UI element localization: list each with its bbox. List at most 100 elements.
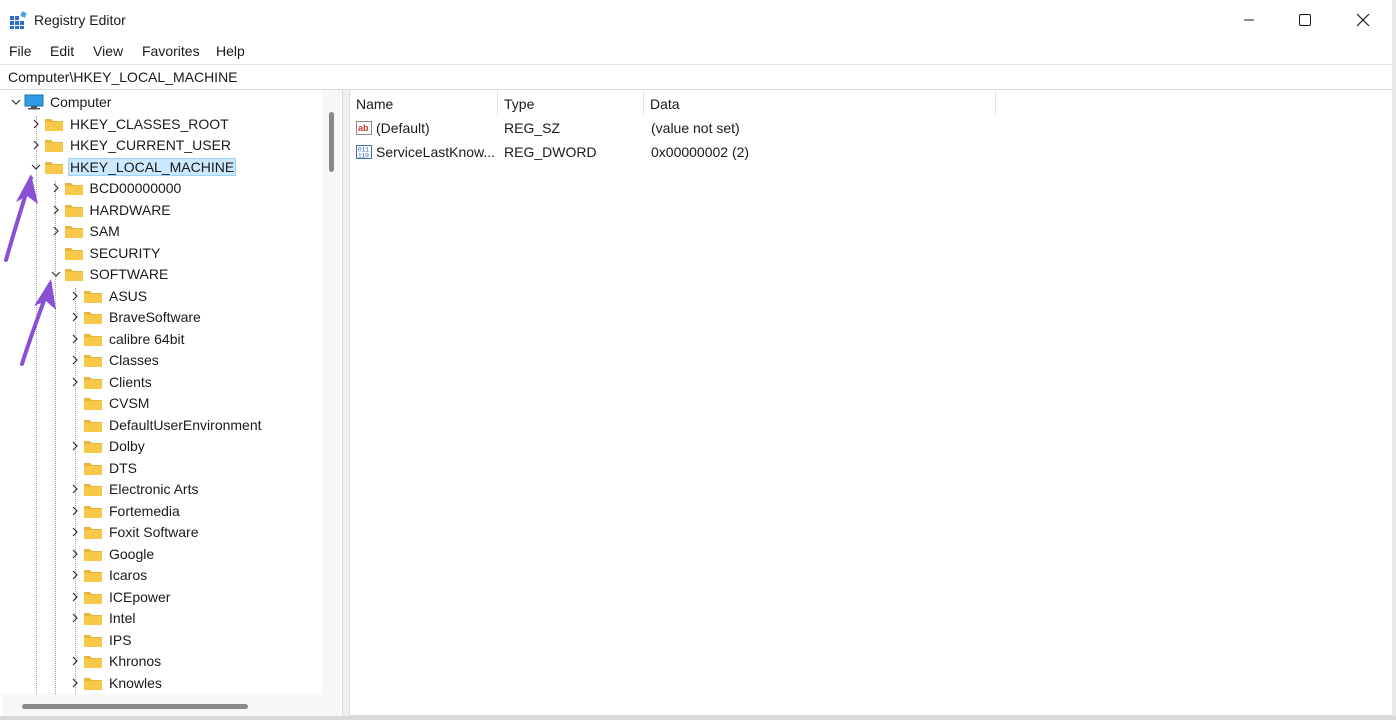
address-bar[interactable]: Computer\HKEY_LOCAL_MACHINE: [0, 64, 1392, 90]
chevron-right-icon[interactable]: [67, 589, 83, 605]
value-type: REG_SZ: [504, 120, 561, 136]
tree-node-calibre-64bit[interactable]: calibre 64bit: [67, 329, 187, 349]
key-tree-pane[interactable]: Computer HKEY_CLASSES_ROOT HKEY_CURRENT_U…: [2, 90, 342, 716]
tree-label: Computer: [50, 94, 112, 110]
chevron-right-icon[interactable]: [67, 374, 83, 390]
value-row[interactable]: 011 110 ServiceLastKnow... REG_DWORD 0x0…: [354, 141, 1354, 163]
tree-node-software[interactable]: SOFTWARE: [48, 264, 171, 284]
value-row[interactable]: ab (Default) REG_SZ (value not set): [354, 117, 1354, 139]
tree-label: SAM: [89, 223, 120, 239]
chevron-right-icon[interactable]: [67, 309, 83, 325]
chevron-right-icon[interactable]: [67, 567, 83, 583]
folder-icon: [83, 503, 103, 519]
tree-vertical-scrollbar[interactable]: [322, 90, 340, 694]
minimize-button[interactable]: [1220, 0, 1278, 40]
chevron-right-icon[interactable]: [67, 481, 83, 497]
tree-node-hkey-current-user[interactable]: HKEY_CURRENT_USER: [28, 135, 233, 155]
chevron-right-icon[interactable]: [67, 438, 83, 454]
svg-text:110: 110: [358, 153, 369, 160]
chevron-right-icon[interactable]: [67, 503, 83, 519]
chevron-down-icon[interactable]: [48, 266, 64, 282]
menu-favorites[interactable]: Favorites: [142, 43, 200, 59]
registry-editor-app-icon: [10, 11, 27, 29]
tree-node-classes[interactable]: Classes: [67, 350, 161, 370]
folder-icon: [44, 137, 64, 153]
chevron-right-icon[interactable]: [67, 288, 83, 304]
tree-node-intel[interactable]: Intel: [67, 608, 137, 628]
folder-icon: [83, 288, 103, 304]
chevron-right-icon[interactable]: [48, 202, 64, 218]
menu-file[interactable]: File: [9, 43, 32, 59]
tree-node-clients[interactable]: Clients: [67, 372, 154, 392]
chevron-right-icon[interactable]: [67, 546, 83, 562]
maximize-button[interactable]: [1276, 0, 1334, 40]
tree-label: Clients: [109, 373, 152, 390]
folder-icon: [64, 180, 84, 196]
values-list-pane[interactable]: Name Type Data ab (Default) REG_SZ (valu…: [350, 90, 1392, 716]
tree-node-bcd00000000[interactable]: BCD00000000: [48, 178, 184, 198]
tree-node-cvsm[interactable]: CVSM: [67, 393, 151, 413]
folder-icon: [83, 460, 103, 476]
minimize-icon: [1244, 19, 1254, 21]
chevron-down-icon[interactable]: [28, 159, 44, 175]
tree-node-bravesoftware[interactable]: BraveSoftware: [67, 307, 203, 327]
tree-node-hkey-classes-root[interactable]: HKEY_CLASSES_ROOT: [28, 114, 231, 134]
value-data: (value not set): [651, 120, 740, 136]
tree-node-asus[interactable]: ASUS: [67, 286, 149, 306]
tree-node-security[interactable]: SECURITY: [48, 243, 163, 263]
tree-label: ASUS: [109, 287, 148, 304]
chevron-right-icon[interactable]: [67, 352, 83, 368]
tree-node-google[interactable]: Google: [67, 544, 156, 564]
menu-view[interactable]: View: [93, 43, 123, 59]
tree-node-icaros[interactable]: Icaros: [67, 565, 149, 585]
chevron-right-icon[interactable]: [28, 116, 44, 132]
tree-vertical-scroll-thumb[interactable]: [329, 112, 334, 172]
chevron-right-icon[interactable]: [48, 180, 64, 196]
tree-node-defaultuserenvironment[interactable]: DefaultUserEnvironment: [67, 415, 264, 435]
tree-node-icepower[interactable]: ICEpower: [67, 587, 172, 607]
tree-node-computer[interactable]: Computer: [8, 92, 113, 112]
column-header-data[interactable]: Data: [644, 90, 996, 116]
title-bar[interactable]: Registry Editor: [0, 0, 1396, 40]
chevron-down-icon[interactable]: [8, 94, 24, 110]
tree-node-khronos[interactable]: Khronos: [67, 651, 163, 671]
tree-node-electronic-arts[interactable]: Electronic Arts: [67, 479, 200, 499]
tree-node-knowles[interactable]: Knowles: [67, 673, 164, 693]
close-icon: [1356, 13, 1370, 27]
chevron-right-icon[interactable]: [67, 675, 83, 691]
menu-edit[interactable]: Edit: [50, 43, 74, 59]
folder-icon: [83, 632, 103, 648]
menu-help[interactable]: Help: [216, 43, 245, 59]
tree-node-fortemedia[interactable]: Fortemedia: [67, 501, 182, 521]
chevron-right-icon[interactable]: [67, 653, 83, 669]
chevron-right-icon[interactable]: [48, 223, 64, 239]
tree-label: HKEY_CURRENT_USER: [70, 137, 232, 153]
tree-node-foxit-software[interactable]: Foxit Software: [67, 522, 200, 542]
tree-horizontal-scroll-thumb[interactable]: [22, 704, 248, 709]
folder-icon: [83, 352, 103, 368]
tree-node-hardware[interactable]: HARDWARE: [48, 200, 173, 220]
column-header-name[interactable]: Name: [350, 90, 498, 116]
folder-icon: [83, 481, 103, 497]
address-path: Computer\HKEY_LOCAL_MACHINE: [8, 69, 238, 85]
binary-value-icon: 011 110: [356, 145, 372, 160]
tree-node-sam[interactable]: SAM: [48, 221, 122, 241]
chevron-right-icon[interactable]: [67, 610, 83, 626]
chevron-right-icon[interactable]: [67, 524, 83, 540]
tree-node-dolby[interactable]: Dolby: [67, 436, 147, 456]
tree-node-hkey-local-machine[interactable]: HKEY_LOCAL_MACHINE: [28, 157, 237, 177]
close-button[interactable]: [1334, 0, 1392, 40]
maximize-icon: [1299, 14, 1311, 26]
tree-node-dts[interactable]: DTS: [67, 458, 139, 478]
chevron-right-icon[interactable]: [67, 331, 83, 347]
tree-label: Foxit Software: [109, 524, 199, 540]
tree-label: Google: [109, 545, 155, 562]
tree-node-ips[interactable]: IPS: [67, 630, 134, 650]
window-edge: [0, 716, 1396, 720]
chevron-right-icon[interactable]: [28, 137, 44, 153]
tree-label: ICEpower: [109, 588, 171, 605]
folder-icon: [64, 266, 84, 282]
pane-splitter[interactable]: [342, 90, 350, 720]
column-header-type[interactable]: Type: [498, 90, 644, 116]
